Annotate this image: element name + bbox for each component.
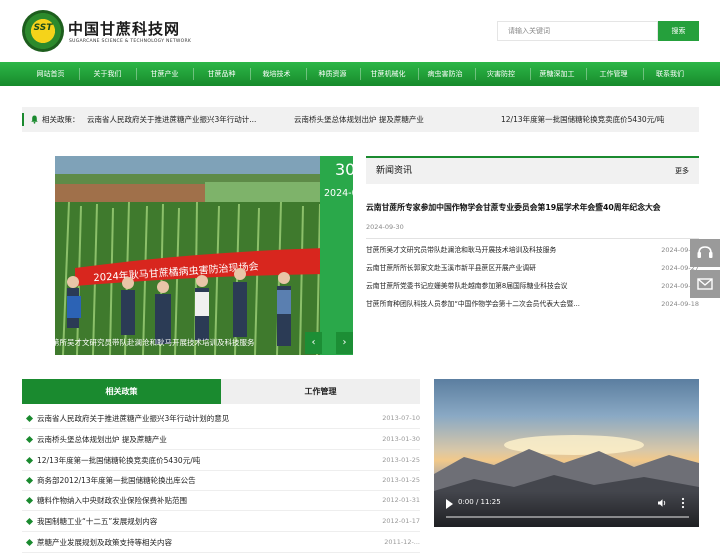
policy-item-date: 2013-01-25 [382, 476, 420, 484]
news-headline[interactable]: 云南甘蔗所专家参加中国作物学会甘蔗专业委员会第19届学术年会暨40周年纪念大会 [366, 202, 661, 213]
slide-date-box: 30 2024-09 [320, 156, 353, 355]
slider-left-panel [22, 156, 55, 355]
policy-item[interactable]: 云南省人民政府关于推进蔗糖产业振兴3年行动计划的意见 2013-07-10 [22, 408, 420, 429]
tab-work[interactable]: 工作管理 [221, 379, 420, 404]
news-item-date: 2024-09-18 [661, 300, 699, 308]
nav-item-varieties[interactable]: 甘蔗品种 [194, 62, 249, 86]
news-panel: 新闻资讯 更多 云南甘蔗所专家参加中国作物学会甘蔗专业委员会第19届学术年会暨4… [366, 156, 699, 316]
float-mail-button[interactable] [690, 270, 720, 298]
logo-text: SST [33, 23, 53, 33]
news-item-title: 甘蔗所吴才文研究员带队赴澜沧和耿马开展技术培训及科技服务 [366, 246, 557, 254]
slide-photo: 2024年耿马甘蔗橘病虫害防治现场会 [55, 156, 325, 355]
tab-policy[interactable]: 相关政策 [22, 379, 221, 404]
policy-item[interactable]: 我国制糖工业“十二五”发展规划内容 2012-01-17 [22, 511, 420, 532]
nav-item-disaster[interactable]: 灾害防控 [476, 62, 526, 86]
news-headline-date: 2024-09-30 [366, 223, 404, 231]
diamond-bullet-icon [25, 414, 34, 423]
news-item[interactable]: 云南甘蔗所所长郭家文赴玉溪市新平县蔗区开展产业调研 2024-09-27 [366, 260, 699, 277]
nav-item-work[interactable]: 工作管理 [587, 62, 640, 86]
policy-item-date: 2011-12-... [384, 538, 420, 546]
nav-item-processing[interactable]: 蔗糖深加工 [531, 62, 583, 86]
float-phone-button[interactable] [690, 239, 720, 267]
video-progress-bar[interactable] [446, 516, 689, 518]
video-controls [434, 491, 699, 527]
policy-item-title: 云南省人民政府关于推进蔗糖产业振兴3年行动计划的意见 [37, 414, 230, 423]
news-title: 新闻资讯 [376, 166, 413, 176]
ticker-accent [22, 113, 24, 126]
policy-item-title: 云南桥头堡总体规划出炉 提及蔗糖产业 [37, 435, 167, 444]
policy-item-title: 蔗糖产业发展规划及政策支持等相关内容 [37, 538, 172, 547]
photo-slider[interactable]: 2024年耿马甘蔗橘病虫害防治现场会 30 2024-09 业委员会第所吴才文研… [22, 156, 353, 355]
site-logo[interactable]: SST [22, 10, 64, 52]
nav-item-mechanization[interactable]: 甘蔗机械化 [361, 62, 415, 86]
diamond-bullet-icon [25, 435, 34, 444]
policy-item-title: 糖料作物纳入中央财政农业保险保费补贴范围 [37, 496, 187, 505]
diamond-bullet-icon [25, 538, 34, 547]
news-item-title: 云南甘蔗所党委书记应姗美带队赴越南参加第8届国际糖业科技会议 [366, 282, 568, 290]
diamond-bullet-icon [25, 456, 34, 465]
policy-item[interactable]: 糖料作物纳入中央财政农业保险保费补贴范围 2012-01-31 [22, 490, 420, 511]
phone-icon [697, 246, 713, 258]
nav-item-industry[interactable]: 甘蔗产业 [137, 62, 192, 86]
news-item[interactable]: 云南甘蔗所党委书记应姗美带队赴越南参加第8届国际糖业科技会议 2024-09-2… [366, 278, 699, 295]
nav-item-pest-control[interactable]: 病虫害防治 [419, 62, 471, 86]
volume-icon[interactable] [657, 498, 667, 508]
ticker-item[interactable]: 云南桥头堡总体规划出炉 提及蔗糖产业 [294, 107, 424, 132]
diamond-bullet-icon [25, 476, 34, 485]
slider-next-button[interactable]: › [336, 332, 353, 354]
policy-item-title: 12/13年度第一批国储糖轮换竞卖底价5430元/吨 [37, 456, 201, 465]
slide-year-month: 2024-09 [324, 188, 353, 199]
site-title[interactable]: 中国甘蔗科技网 [68, 18, 180, 39]
news-more-link[interactable]: 更多 [675, 158, 689, 184]
slide-day: 30 [335, 160, 353, 179]
policy-item[interactable]: 12/13年度第一批国储糖轮换竞卖底价5430元/吨 2013-01-25 [22, 450, 420, 471]
news-item[interactable]: 甘蔗所育种团队科技人员参加“中国作物学会第十二次会员代表大会暨... 2024-… [366, 296, 699, 313]
ticker-item[interactable]: 云南省人民政府关于推进蔗糖产业振兴3年行动计... [87, 107, 256, 132]
diamond-bullet-icon [25, 496, 34, 505]
news-item-title: 云南甘蔗所所长郭家文赴玉溪市新平县蔗区开展产业调研 [366, 264, 536, 272]
play-icon[interactable] [446, 499, 453, 509]
policy-item-date: 2013-01-25 [382, 456, 420, 464]
nav-item-cultivation[interactable]: 栽培技术 [251, 62, 302, 86]
search-button[interactable]: 搜索 [658, 21, 699, 41]
policy-item-date: 2012-01-17 [382, 517, 420, 525]
policy-item-date: 2013-01-30 [382, 435, 420, 443]
slider-prev-button[interactable]: ‹ [305, 332, 322, 354]
nav-item-contact[interactable]: 联系我们 [644, 62, 696, 86]
policy-item-date: 2013-07-10 [382, 414, 420, 422]
news-item-title: 甘蔗所育种团队科技人员参加“中国作物学会第十二次会员代表大会暨... [366, 300, 580, 308]
nav-item-home[interactable]: 网站首页 [23, 62, 78, 86]
video-player[interactable]: 0:00 / 11:25 [434, 379, 699, 527]
site-subtitle: SUGARCANE SCIENCE & TECHNOLOGY NETWORK [69, 39, 192, 44]
ticker-item[interactable]: 12/13年度第一批国储糖轮换竞卖底价5430元/吨 [501, 107, 664, 132]
slide-caption[interactable]: 业委员会第所吴才文研究员带队赴澜沧和耿马开展技术培训及科技服务 [22, 336, 322, 350]
diamond-bullet-icon [25, 517, 34, 526]
policy-item[interactable]: 蔗糖产业发展规划及政策支持等相关内容 2011-12-... [22, 532, 420, 553]
mail-icon [697, 278, 713, 290]
news-divider [366, 238, 699, 239]
search-input[interactable]: 请输入关键词 [497, 21, 658, 41]
video-time: 0:00 / 11:25 [458, 498, 501, 506]
bell-icon [31, 115, 38, 124]
policy-item[interactable]: 云南桥头堡总体规划出炉 提及蔗糖产业 2013-01-30 [22, 429, 420, 450]
policy-item-date: 2012-01-31 [382, 496, 420, 504]
policy-item[interactable]: 商务部2012/13年度第一批国储糖轮换出库公告 2013-01-25 [22, 470, 420, 491]
policy-ticker: 相关政策： 云南省人民政府关于推进蔗糖产业振兴3年行动计... 云南桥头堡总体规… [22, 107, 699, 132]
policy-item-title: 商务部2012/13年度第一批国储糖轮换出库公告 [37, 476, 196, 485]
main-nav: 网站首页 关于我们 甘蔗产业 甘蔗品种 栽培技术 种质资源 甘蔗机械化 病虫害防… [0, 62, 720, 86]
news-header: 新闻资讯 更多 [366, 156, 699, 184]
news-item[interactable]: 甘蔗所吴才文研究员带队赴澜沧和耿马开展技术培训及科技服务 2024-09-30 [366, 242, 699, 259]
more-options-icon[interactable] [681, 497, 685, 509]
site-header: SST 中国甘蔗科技网 SUGARCANE SCIENCE & TECHNOLO… [0, 0, 720, 62]
policy-section: 相关政策 工作管理 云南省人民政府关于推进蔗糖产业振兴3年行动计划的意见 201… [22, 379, 420, 553]
policy-item-title: 我国制糖工业“十二五”发展规划内容 [37, 517, 158, 526]
ticker-label: 相关政策： [42, 115, 80, 124]
nav-item-about[interactable]: 关于我们 [80, 62, 135, 86]
nav-item-germplasm[interactable]: 种质资源 [307, 62, 358, 86]
